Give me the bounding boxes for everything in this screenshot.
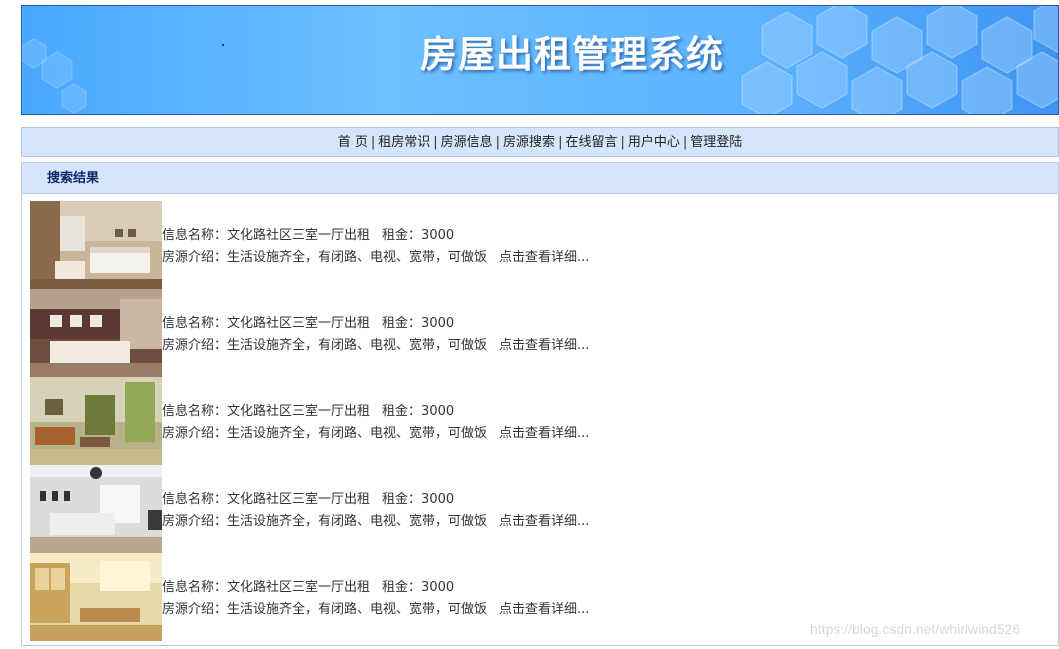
living-room-image	[30, 377, 162, 465]
listing-intro: 生活设施齐全，有闭路、电视、宽带，可做饭	[227, 426, 488, 441]
rent-label: 租金：	[382, 316, 422, 331]
listing-name: 文化路社区三室一厅出租	[227, 580, 371, 595]
listing-title-line: 信息名称：文化路社区三室一厅出租 租金：3000	[162, 313, 589, 335]
nav-item-listings[interactable]: 房源信息	[441, 135, 493, 150]
listing-info: 信息名称：文化路社区三室一厅出租 租金：3000 房源介绍：生活设施齐全，有闭路、…	[162, 465, 589, 553]
list-item: 信息名称：文化路社区三室一厅出租 租金：3000 房源介绍：生活设施齐全，有闭路、…	[30, 465, 1030, 553]
nav-item-user-center[interactable]: 用户中心	[628, 135, 680, 150]
bedroom-image	[30, 201, 162, 289]
view-detail-link[interactable]: 点击查看详细...	[499, 602, 589, 617]
nav-separator: |	[620, 135, 625, 150]
listing-intro: 生活设施齐全，有闭路、电视、宽带，可做饭	[227, 602, 488, 617]
result-list: 信息名称：文化路社区三室一厅出租 租金：3000 房源介绍：生活设施齐全，有闭路、…	[30, 201, 1030, 641]
listing-name: 文化路社区三室一厅出租	[227, 228, 371, 243]
view-detail-link[interactable]: 点击查看详细...	[499, 338, 589, 353]
nav-item-admin-login[interactable]: 管理登陆	[690, 135, 742, 150]
nav-item-message[interactable]: 在线留言	[565, 135, 617, 150]
nav-separator: |	[558, 135, 563, 150]
bedroom-image	[30, 465, 162, 553]
view-detail-link[interactable]: 点击查看详细...	[499, 426, 589, 441]
rent-label: 租金：	[382, 492, 422, 507]
nav-item-home[interactable]: 首 页	[338, 135, 368, 150]
listing-title-line: 信息名称：文化路社区三室一厅出租 租金：3000	[162, 577, 589, 599]
rent-value: 3000	[421, 228, 455, 243]
search-results-panel: 搜索结果 信息名称：文化路社区三室一厅出租 租金：3000 房源介绍：生活设施齐…	[21, 162, 1059, 646]
listing-info: 信息名称：文化路社区三室一厅出租 租金：3000 房源介绍：生活设施齐全，有闭路、…	[162, 201, 589, 289]
listing-intro-line: 房源介绍：生活设施齐全，有闭路、电视、宽带，可做饭 点击查看详细...	[162, 423, 589, 445]
listing-title-line: 信息名称：文化路社区三室一厅出租 租金：3000	[162, 489, 589, 511]
rent-value: 3000	[421, 404, 455, 419]
nav-separator: |	[433, 135, 438, 150]
top-nav: 首 页 | 租房常识 | 房源信息 | 房源搜索 | 在线留言 | 用户中心 | 管理登陆	[21, 127, 1059, 157]
house-photo[interactable]	[30, 553, 162, 641]
nav-separator: |	[495, 135, 501, 150]
rent-label: 租金：	[382, 228, 422, 243]
list-item: 信息名称：文化路社区三室一厅出租 租金：3000 房源介绍：生活设施齐全，有闭路、…	[30, 201, 1030, 289]
house-photo[interactable]	[30, 465, 162, 553]
listing-intro: 生活设施齐全，有闭路、电视、宽带，可做饭	[227, 514, 488, 529]
listing-info: 信息名称：文化路社区三室一厅出租 租金：3000 房源介绍：生活设施齐全，有闭路、…	[162, 553, 589, 641]
name-label: 信息名称：	[162, 580, 228, 595]
nav-item-rental-tips[interactable]: 租房常识	[378, 135, 430, 150]
panel-title: 搜索结果	[22, 163, 1058, 194]
intro-label: 房源介绍：	[162, 514, 228, 529]
listing-intro-line: 房源介绍：生活设施齐全，有闭路、电视、宽带，可做饭 点击查看详细...	[162, 511, 589, 533]
bedroom-image	[30, 289, 162, 377]
intro-label: 房源介绍：	[162, 338, 228, 353]
list-item: 信息名称：文化路社区三室一厅出租 租金：3000 房源介绍：生活设施齐全，有闭路、…	[30, 289, 1030, 377]
listing-info: 信息名称：文化路社区三室一厅出租 租金：3000 房源介绍：生活设施齐全，有闭路、…	[162, 289, 589, 377]
house-photo[interactable]	[30, 377, 162, 465]
listing-intro: 生活设施齐全，有闭路、电视、宽带，可做饭	[227, 250, 488, 265]
csdn-watermark: https://blog.csdn.net/whirlwind526	[810, 621, 1021, 637]
intro-label: 房源介绍：	[162, 250, 228, 265]
name-label: 信息名称：	[162, 228, 228, 243]
listing-intro-line: 房源介绍：生活设施齐全，有闭路、电视、宽带，可做饭 点击查看详细...	[162, 599, 589, 621]
listing-title-line: 信息名称：文化路社区三室一厅出租 租金：3000	[162, 225, 589, 247]
site-title: 房屋出租管理系统	[420, 33, 724, 76]
listing-info: 信息名称：文化路社区三室一厅出租 租金：3000 房源介绍：生活设施齐全，有闭路、…	[162, 377, 589, 465]
nav-item-search[interactable]: 房源搜索	[503, 135, 555, 150]
house-photo[interactable]	[30, 289, 162, 377]
name-label: 信息名称：	[162, 404, 228, 419]
header-banner: 房屋出租管理系统	[21, 5, 1059, 115]
study-room-image	[30, 553, 162, 641]
listing-intro-line: 房源介绍：生活设施齐全，有闭路、电视、宽带，可做饭 点击查看详细...	[162, 335, 589, 357]
listing-name: 文化路社区三室一厅出租	[227, 492, 371, 507]
intro-label: 房源介绍：	[162, 602, 228, 617]
house-photo[interactable]	[30, 201, 162, 289]
view-detail-link[interactable]: 点击查看详细...	[499, 250, 589, 265]
rent-label: 租金：	[382, 404, 422, 419]
listing-title-line: 信息名称：文化路社区三室一厅出租 租金：3000	[162, 401, 589, 423]
banner-dot	[222, 44, 224, 46]
listing-intro-line: 房源介绍：生活设施齐全，有闭路、电视、宽带，可做饭 点击查看详细...	[162, 247, 589, 269]
name-label: 信息名称：	[162, 316, 228, 331]
nav-separator: |	[370, 135, 376, 150]
listing-name: 文化路社区三室一厅出租	[227, 316, 371, 331]
view-detail-link[interactable]: 点击查看详细...	[499, 514, 589, 529]
listing-name: 文化路社区三室一厅出租	[227, 404, 371, 419]
rent-value: 3000	[421, 492, 455, 507]
rent-value: 3000	[421, 580, 455, 595]
rent-label: 租金：	[382, 580, 422, 595]
rent-value: 3000	[421, 316, 455, 331]
intro-label: 房源介绍：	[162, 426, 228, 441]
listing-intro: 生活设施齐全，有闭路、电视、宽带，可做饭	[227, 338, 488, 353]
name-label: 信息名称：	[162, 492, 228, 507]
list-item: 信息名称：文化路社区三室一厅出租 租金：3000 房源介绍：生活设施齐全，有闭路、…	[30, 377, 1030, 465]
nav-separator: |	[682, 135, 688, 150]
